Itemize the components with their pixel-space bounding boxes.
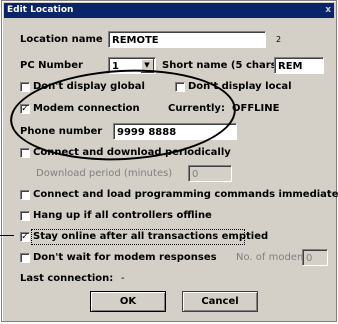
pc-number-value: 1 (112, 61, 119, 72)
connect-load-label: Connect and load programming commands im… (33, 189, 338, 200)
dont-wait-label: Don't wait for modem responses (33, 252, 217, 263)
hang-up-label: Hang up if all controllers offline (33, 210, 212, 221)
dialog-title: Edit Location (7, 5, 74, 15)
location-name-suffix: 2 (276, 35, 282, 44)
num-modems-label: No. of modems (236, 252, 312, 263)
short-name-field[interactable]: REM (274, 57, 324, 74)
stay-online-label: Stay online after all transactions empti… (33, 231, 269, 242)
dont-display-global-label: Don't display global (33, 81, 145, 92)
location-name-label: Location name (20, 34, 103, 45)
pc-number-label: PC Number (20, 60, 83, 71)
hang-up-checkbox[interactable] (20, 211, 30, 221)
check-icon: ✓ (21, 232, 29, 242)
title-bar: Edit Location x (4, 3, 334, 18)
modem-connection-checkbox[interactable]: ✓ (20, 104, 30, 114)
cancel-button[interactable]: Cancel (182, 291, 258, 312)
connect-load-checkbox[interactable] (20, 190, 30, 200)
ok-button[interactable]: OK (90, 291, 166, 312)
dont-display-local-label: Don't display local (188, 81, 292, 92)
stay-online-checkbox[interactable]: ✓ (20, 232, 30, 242)
dont-display-local-checkbox[interactable] (175, 82, 185, 92)
last-connection-label: Last connection: (20, 273, 114, 284)
pc-number-combo[interactable]: 1 ▼ (108, 57, 156, 74)
dont-wait-checkbox[interactable] (20, 253, 30, 263)
location-name-field[interactable]: REMOTE (108, 31, 266, 48)
short-name-label: Short name (5 chars) (162, 60, 282, 71)
connect-download-checkbox[interactable] (20, 148, 30, 158)
close-icon[interactable]: x (325, 3, 331, 18)
callout-line (0, 235, 14, 236)
download-period-field[interactable]: 0 (188, 165, 232, 182)
chevron-down-icon[interactable]: ▼ (141, 59, 154, 73)
connect-download-label: Connect and download periodically (33, 147, 231, 158)
phone-number-label: Phone number (20, 126, 103, 137)
dont-display-global-checkbox[interactable] (20, 82, 30, 92)
currently-label: Currently: (168, 103, 225, 114)
phone-number-field[interactable]: 9999 8888 (113, 123, 237, 140)
num-modems-field[interactable]: 0 (302, 249, 328, 266)
check-icon: ✓ (21, 104, 29, 114)
currently-status: OFFLINE (232, 103, 280, 114)
last-connection-value: - (121, 273, 125, 284)
download-period-label: Download period (minutes) (36, 168, 173, 179)
modem-connection-label: Modem connection (33, 103, 140, 114)
